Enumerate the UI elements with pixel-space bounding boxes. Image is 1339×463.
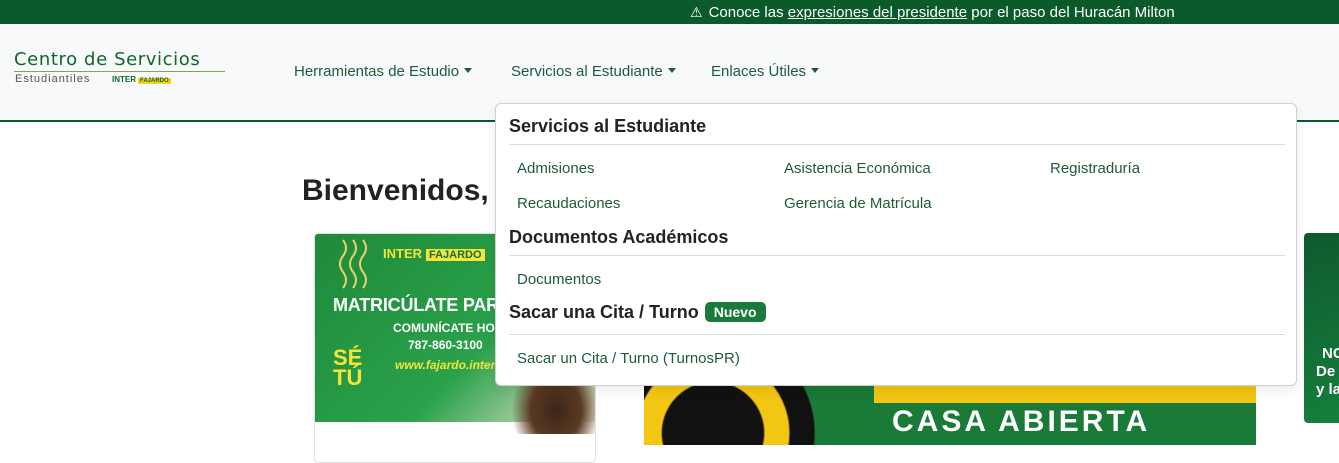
nav-label: Herramientas de Estudio xyxy=(294,63,460,80)
promo-logo: INTER FAJARDO xyxy=(383,246,485,261)
new-badge: Nuevo xyxy=(704,302,766,322)
cita-heading-text: Sacar una Cita / Turno xyxy=(509,302,699,322)
nav-label: Enlaces Útiles xyxy=(711,63,807,80)
promo-campus: FAJARDO xyxy=(426,249,485,261)
promo-card-right[interactable]: NC De y la xyxy=(1304,233,1339,423)
link-registraduria[interactable]: Registraduría xyxy=(1050,160,1140,177)
president-statement-link[interactable]: expresiones del presidente xyxy=(788,4,967,21)
promo-phone: 787-860-3100 xyxy=(408,338,483,352)
announcement-bar: ⚠ Conoce las expresiones del presidente p… xyxy=(0,0,1339,24)
caret-down-icon xyxy=(811,68,820,73)
servicios-dropdown-menu: Servicios al Estudiante Admisiones Asist… xyxy=(495,103,1297,386)
logo-rule xyxy=(14,71,225,72)
casa-abierta-banner[interactable]: CASA ABIERTA xyxy=(644,385,1256,445)
logo-inter: INTER FAJARDO xyxy=(112,75,171,84)
right-card-text-3: y la xyxy=(1316,381,1339,398)
announcement-prefix: Conoce las xyxy=(708,4,788,21)
section-heading-documentos: Documentos Académicos xyxy=(509,227,729,247)
promo-side-text: SÉ TÚ xyxy=(333,345,363,390)
banner-text: CASA ABIERTA xyxy=(892,405,1151,438)
logo-title: Centro de Servicios xyxy=(14,49,201,70)
nav-herramientas-de-estudio[interactable]: Herramientas de Estudio xyxy=(294,63,473,80)
logo-campus: FAJARDO xyxy=(138,78,171,84)
link-admisiones[interactable]: Admisiones xyxy=(517,160,595,177)
logo-subtitle: Estudiantiles xyxy=(15,73,91,85)
announcement-suffix: por el paso del Huracán Milton xyxy=(967,4,1175,21)
site-logo[interactable]: Centro de Servicios Estudiantiles INTER F… xyxy=(14,50,226,90)
right-card-text-2: De xyxy=(1316,363,1336,380)
divider xyxy=(509,255,1285,256)
section-heading-cita-turno: Sacar una Cita / Turno Nuevo xyxy=(509,302,766,323)
announcement-text: ⚠ Conoce las expresiones del presidente p… xyxy=(690,0,1175,25)
divider xyxy=(509,144,1285,145)
link-recaudaciones[interactable]: Recaudaciones xyxy=(517,195,620,212)
wave-decoration-icon xyxy=(339,239,367,289)
nav-enlaces-utiles[interactable]: Enlaces Útiles xyxy=(711,63,820,80)
link-documentos[interactable]: Documentos xyxy=(517,271,601,288)
nav-label: Servicios al Estudiante xyxy=(511,63,663,80)
caret-down-icon xyxy=(667,68,676,73)
logo-inter-text: INTER xyxy=(112,75,136,84)
nav-servicios-al-estudiante[interactable]: Servicios al Estudiante xyxy=(511,63,676,80)
link-turnospr[interactable]: Sacar un Cita / Turno (TurnosPR) xyxy=(517,350,740,367)
link-asistencia-economica[interactable]: Asistencia Económica xyxy=(784,160,931,177)
promo-contact: COMUNÍCATE HOY xyxy=(393,321,503,335)
link-gerencia-de-matricula[interactable]: Gerencia de Matrícula xyxy=(784,195,932,212)
tiger-mascot-icon xyxy=(644,385,874,445)
promo-inter: INTER xyxy=(383,246,422,261)
page-title: Bienvenidos, e xyxy=(302,174,514,207)
warning-icon: ⚠ xyxy=(690,4,703,20)
right-card-text-1: NC xyxy=(1322,345,1339,362)
caret-down-icon xyxy=(464,68,473,73)
divider xyxy=(509,334,1285,335)
section-heading-servicios: Servicios al Estudiante xyxy=(509,116,707,136)
